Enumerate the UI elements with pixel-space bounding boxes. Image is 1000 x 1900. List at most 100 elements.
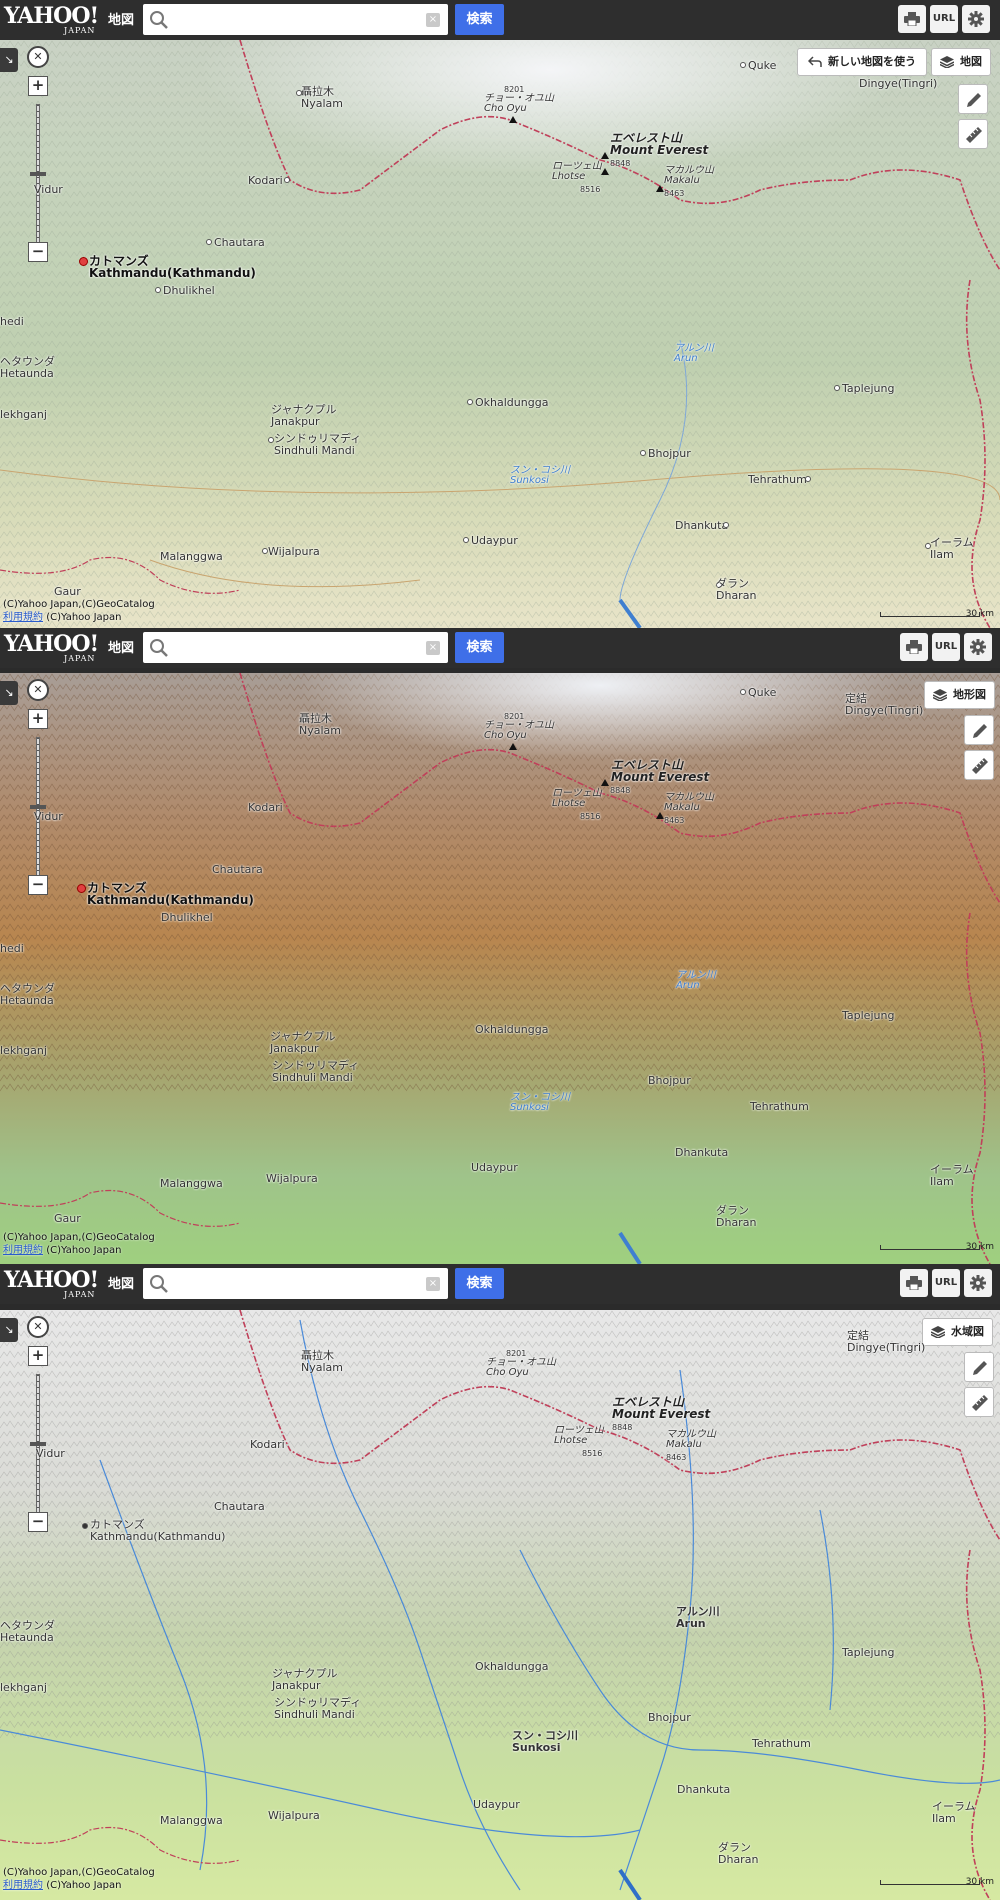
pencil-icon bbox=[973, 1361, 987, 1375]
zoom-reset-button[interactable]: ✕ bbox=[27, 679, 49, 701]
url-button[interactable]: URL bbox=[932, 633, 960, 661]
map-label-kodari: Kodari bbox=[248, 174, 283, 187]
search-button[interactable]: 検索 bbox=[455, 4, 504, 35]
map-label-hedi: hedi bbox=[0, 942, 24, 955]
peak-marker-makalu bbox=[656, 812, 664, 819]
map-type-button[interactable]: 水域図 bbox=[922, 1318, 993, 1346]
zoom-slider-thumb[interactable] bbox=[30, 1442, 46, 1446]
print-button[interactable] bbox=[900, 1269, 928, 1297]
scale-bar: 30 km bbox=[880, 1241, 994, 1253]
yahoo-logo[interactable]: YAHOO! JAPAN 地図 bbox=[4, 5, 134, 35]
print-icon bbox=[906, 640, 922, 655]
map-label-nyalam: 聶拉木 Nyalam bbox=[301, 85, 343, 110]
zoom-out-button[interactable]: − bbox=[28, 875, 48, 895]
map-label-ilam: イーラム Ilam bbox=[932, 1800, 976, 1825]
new-map-button[interactable]: 新しい地図を使う bbox=[797, 48, 927, 76]
measure-tool-button[interactable] bbox=[958, 119, 988, 149]
map-type-button[interactable]: 地形図 bbox=[924, 681, 995, 709]
map-label-tehrathum: Tehrathum bbox=[748, 473, 807, 486]
map-label-bhojpur: Bhojpur bbox=[648, 1711, 691, 1724]
search-input[interactable] bbox=[177, 8, 407, 31]
capital-marker bbox=[82, 1523, 88, 1529]
map-label-malanggwa: Malanggwa bbox=[160, 1814, 223, 1827]
zoom-out-button[interactable]: − bbox=[28, 1512, 48, 1532]
measure-tool-button[interactable] bbox=[964, 750, 994, 780]
zoom-slider-thumb[interactable] bbox=[30, 805, 46, 809]
map-label-sunkosi: スン・コシ川 Sunkosi bbox=[512, 1729, 578, 1754]
map-canvas[interactable]: ↘ ✕ + − 地形図 聶拉木 Nyalam 8201 チョー・オユ山 Cho Oy… bbox=[0, 673, 1000, 1264]
map-label-okhaldungga: Okhaldungga bbox=[475, 1660, 549, 1673]
map-label-dingye: 定結 Dingye(Tingri) bbox=[845, 692, 924, 717]
url-button[interactable]: URL bbox=[930, 5, 958, 33]
zoom-slider[interactable] bbox=[36, 104, 40, 254]
map-canvas[interactable]: ↘ ✕ + − 新しい地図を使う 地図 聶拉木 Nyalam 8201 チョー・オ… bbox=[0, 40, 1000, 628]
gear-icon bbox=[968, 11, 984, 27]
search-icon bbox=[150, 1275, 168, 1293]
zoom-in-button[interactable]: + bbox=[28, 76, 48, 96]
clear-search-button[interactable]: × bbox=[426, 641, 440, 655]
expand-corner-button[interactable]: ↘ bbox=[0, 681, 18, 705]
peak-marker-everest bbox=[601, 152, 609, 159]
zoom-reset-button[interactable]: ✕ bbox=[27, 1316, 49, 1338]
url-button[interactable]: URL bbox=[932, 1269, 960, 1297]
map-panel-terrain: YAHOO! JAPAN 地図 × 検索 URL ↘ ✕ + − 地形図 聶拉木… bbox=[0, 628, 1000, 1264]
settings-button[interactable] bbox=[962, 5, 990, 33]
map-label-arun: アルン川 Arun bbox=[676, 1605, 720, 1630]
clear-search-button[interactable]: × bbox=[426, 13, 440, 27]
map-label-udaypur: Udaypur bbox=[471, 1161, 518, 1174]
measure-tool-button[interactable] bbox=[964, 1387, 994, 1417]
draw-tool-button[interactable] bbox=[958, 84, 988, 114]
draw-tool-button[interactable] bbox=[964, 715, 994, 745]
settings-button[interactable] bbox=[964, 633, 992, 661]
map-type-button[interactable]: 地図 bbox=[931, 48, 991, 76]
zoom-out-button[interactable]: − bbox=[28, 242, 48, 262]
map-label-lhotse: ローツェ山 Lhotse bbox=[552, 161, 602, 182]
map-label-okhaldungga: Okhaldungga bbox=[475, 396, 549, 409]
zoom-in-button[interactable]: + bbox=[28, 709, 48, 729]
zoom-reset-button[interactable]: ✕ bbox=[27, 46, 49, 68]
town-marker bbox=[805, 476, 811, 482]
scale-bar: 30 km bbox=[880, 608, 994, 620]
expand-corner-button[interactable]: ↘ bbox=[0, 1318, 18, 1342]
map-label-dhulikhel: Dhulikhel bbox=[163, 284, 215, 297]
map-label-gaur: Gaur bbox=[54, 585, 81, 598]
draw-tool-button[interactable] bbox=[964, 1352, 994, 1382]
yahoo-logo[interactable]: YAHOO! JAPAN 地図 bbox=[4, 1269, 134, 1299]
settings-button[interactable] bbox=[964, 1269, 992, 1297]
search-button[interactable]: 検索 bbox=[455, 632, 504, 663]
search-button[interactable]: 検索 bbox=[455, 1268, 504, 1299]
copyright: (C)Yahoo Japan,(C)GeoCatalog 利用規約 (C)Yah… bbox=[3, 1232, 155, 1256]
zoom-slider-thumb[interactable] bbox=[30, 172, 46, 176]
clear-search-button[interactable]: × bbox=[426, 1277, 440, 1291]
map-label-chautara: Chautara bbox=[214, 1500, 265, 1513]
terms-link[interactable]: 利用規約 bbox=[3, 1880, 43, 1891]
map-canvas[interactable]: ↘ ✕ + − 水域図 聶拉木 Nyalam 8201 チョー・オユ山 Cho Oy… bbox=[0, 1310, 1000, 1900]
map-label-sindhuli: シンドゥリマディ Sindhuli Mandi bbox=[274, 432, 362, 457]
map-label-malanggwa: Malanggwa bbox=[160, 550, 223, 563]
town-marker bbox=[834, 385, 840, 391]
map-label-lhotse-elev: 8516 bbox=[582, 1449, 603, 1458]
zoom-in-button[interactable]: + bbox=[28, 1346, 48, 1366]
search-input[interactable] bbox=[177, 636, 407, 659]
map-panel-water: YAHOO! JAPAN 地図 × 検索 URL ↘ ✕ + − 水域図 聶拉木… bbox=[0, 1264, 1000, 1900]
map-label-taplejung: Taplejung bbox=[842, 382, 895, 395]
map-label-makalu: マカルウ山 Makalu bbox=[664, 792, 714, 813]
map-label-bhojpur: Bhojpur bbox=[648, 447, 691, 460]
map-label-malanggwa: Malanggwa bbox=[160, 1177, 223, 1190]
map-label-udaypur: Udaypur bbox=[471, 534, 518, 547]
print-button[interactable] bbox=[898, 5, 926, 33]
map-label-dingye: 定結 Dingye(Tingri) bbox=[847, 1329, 926, 1354]
yahoo-logo[interactable]: YAHOO! JAPAN 地図 bbox=[4, 633, 134, 663]
terms-link[interactable]: 利用規約 bbox=[3, 612, 43, 623]
scale-bar: 30 km bbox=[880, 1876, 994, 1888]
top-bar: YAHOO! JAPAN 地図 × 検索 URL bbox=[0, 628, 1000, 668]
expand-corner-button[interactable]: ↘ bbox=[0, 48, 18, 72]
map-label-everest-elev: 8848 bbox=[610, 159, 631, 168]
print-button[interactable] bbox=[900, 633, 928, 661]
terms-link[interactable]: 利用規約 bbox=[3, 1245, 43, 1256]
peak-marker-cho-oyu bbox=[509, 116, 517, 123]
map-label-makalu-elev: 8463 bbox=[666, 1453, 687, 1462]
map-label-bhojpur: Bhojpur bbox=[648, 1074, 691, 1087]
search-input[interactable] bbox=[177, 1272, 407, 1295]
map-label-udaypur: Udaypur bbox=[473, 1798, 520, 1811]
